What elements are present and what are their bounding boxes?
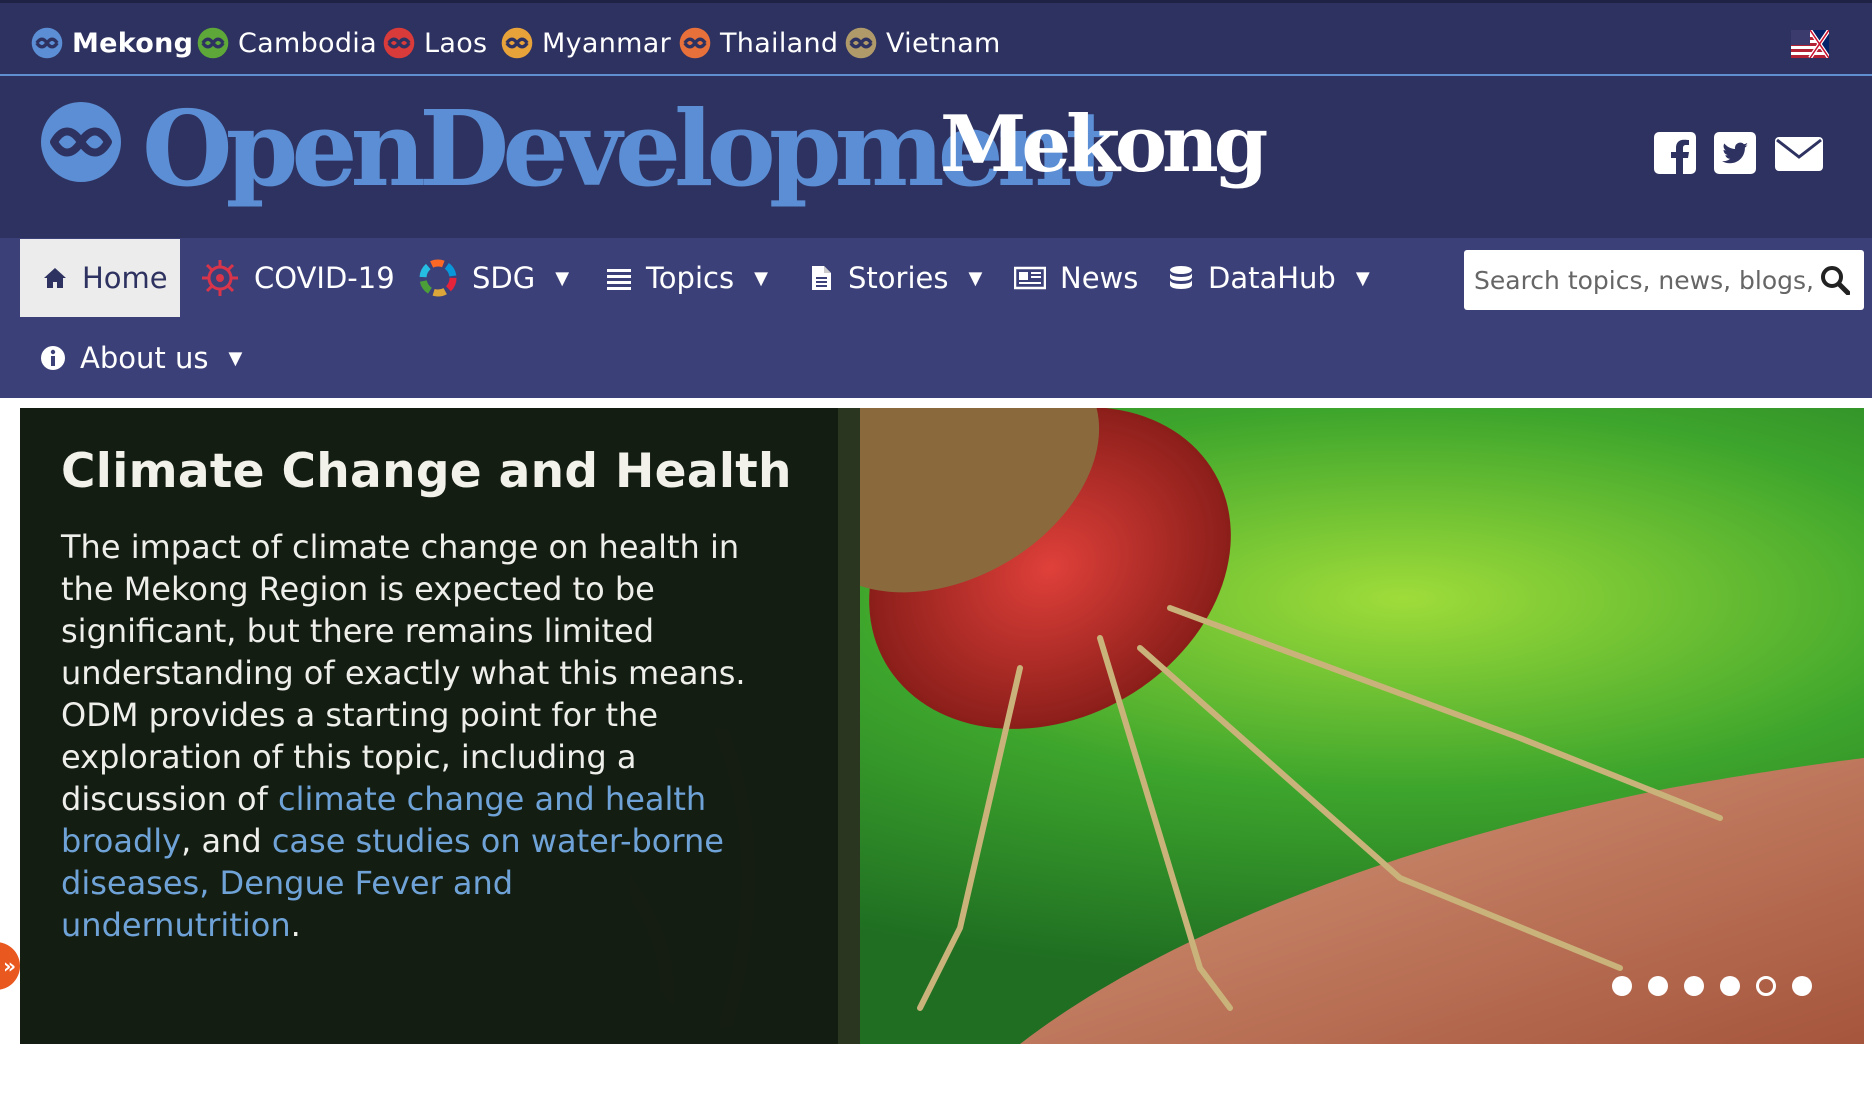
search-box [1464,250,1864,310]
mekong-logo-icon [31,27,63,59]
vietnam-logo-icon [845,27,877,59]
hero-text: . [290,906,301,944]
nav-topics[interactable]: Topics ▼ [606,238,768,318]
myanmar-logo-icon [501,27,533,59]
country-link-mekong[interactable]: Mekong [30,25,193,61]
nav-news[interactable]: News [1014,238,1138,318]
country-bar: Mekong Cambodia Laos Myanmar Thailand Vi… [0,0,1872,76]
side-expand-tab[interactable]: » [0,942,20,990]
nav-datahub[interactable]: DataHub ▼ [1168,238,1370,318]
newspaper-icon [1014,266,1046,290]
document-icon [812,266,831,290]
nav-label: Topics [646,261,735,295]
info-icon [41,346,65,370]
caret-down-icon: ▼ [555,267,570,289]
twitter-icon[interactable] [1714,132,1756,174]
country-label: Cambodia [238,27,377,59]
odm-logo-icon[interactable] [40,101,122,183]
nav-covid[interactable]: COVID-19 [200,238,395,318]
search-input[interactable] [1464,250,1812,310]
caret-down-icon: ▼ [1355,267,1370,289]
cambodia-logo-icon [197,27,229,59]
laos-logo-icon [383,27,415,59]
country-link-myanmar[interactable]: Myanmar [500,25,671,61]
hero-text: , and [181,822,272,860]
hero-slider: Climate Change and Health The impact of … [20,408,1864,1044]
nav-label: News [1060,261,1139,295]
hero-description: The impact of climate change on health i… [61,526,761,946]
country-link-thailand[interactable]: Thailand [678,25,838,61]
uk-us-flag-icon[interactable] [1791,30,1829,58]
home-icon [44,268,66,288]
slide-dot-6[interactable] [1792,976,1812,996]
double-chevron-right-icon: » [3,954,16,978]
slide-dot-2[interactable] [1648,976,1668,996]
database-icon [1170,266,1192,289]
nav-about[interactable]: About us ▼ [40,318,242,398]
main-nav: Home COVID-19 SDG ▼ Topics ▼ Stories ▼ N [0,238,1872,398]
nav-label: Home [82,261,168,295]
facebook-icon[interactable] [1654,132,1696,174]
country-link-vietnam[interactable]: Vietnam [844,25,1001,61]
slider-pagination [1612,976,1812,996]
caret-down-icon: ▼ [754,267,768,289]
hero-text: The impact of climate change on health i… [61,528,746,818]
slide-dot-5[interactable] [1756,976,1776,996]
nav-label: DataHub [1208,261,1336,295]
caret-down-icon: ▼ [968,267,983,289]
thailand-logo-icon [679,27,711,59]
country-link-laos[interactable]: Laos [382,25,487,61]
list-icon [607,269,631,290]
nav-label: About us [80,341,209,375]
slide-dot-1[interactable] [1612,976,1632,996]
nav-sdg[interactable]: SDG ▼ [418,238,569,318]
search-icon[interactable] [1820,265,1850,295]
hero-caption-panel: Climate Change and Health The impact of … [20,408,838,1044]
nav-stories[interactable]: Stories ▼ [808,238,982,318]
sdg-wheel-icon [419,259,457,297]
hero-title: Climate Change and Health [61,444,792,499]
country-label: Mekong [72,27,194,59]
country-label: Thailand [720,27,839,59]
country-label: Myanmar [542,27,671,59]
country-label: Vietnam [886,27,1001,59]
slide-dot-3[interactable] [1684,976,1704,996]
country-link-cambodia[interactable]: Cambodia [196,25,377,61]
caret-down-icon: ▼ [228,347,243,369]
nav-label: Stories [848,261,949,295]
virus-icon [202,260,238,296]
nav-label: COVID-19 [254,261,395,295]
email-icon[interactable] [1774,132,1824,174]
nav-home[interactable]: Home [20,239,180,317]
site-header: OpenDevelopment Mekong [0,76,1872,238]
slide-dot-4[interactable] [1720,976,1740,996]
nav-label: SDG [472,261,536,295]
country-label: Laos [424,27,488,59]
brand-region[interactable]: Mekong [940,96,1268,194]
